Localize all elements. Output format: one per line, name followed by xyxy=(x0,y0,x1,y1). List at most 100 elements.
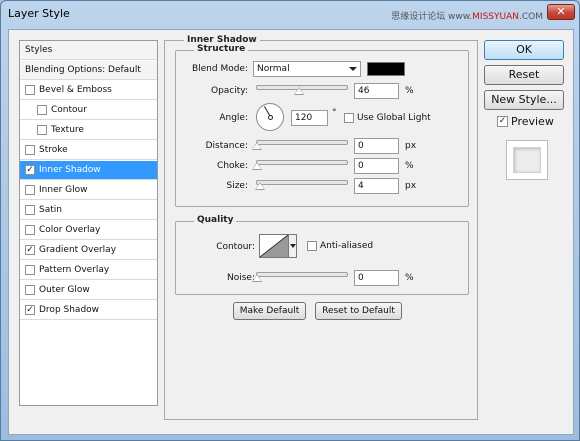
opacity-label: Opacity: xyxy=(211,86,248,96)
opacity-input[interactable]: 46 xyxy=(354,83,399,99)
watermark-brand: MISSYUAN xyxy=(472,12,519,22)
blend-mode-value: Normal xyxy=(257,64,290,74)
close-button[interactable]: ✕ xyxy=(547,4,575,20)
layer-style-window: Layer Style 思缘设计论坛 www.MISSYUAN.COM ✕ St… xyxy=(0,0,580,441)
size-slider[interactable] xyxy=(256,180,348,185)
style-item-stroke[interactable]: Stroke xyxy=(20,141,157,160)
style-item-label: Bevel & Emboss xyxy=(39,85,112,95)
style-item-gradient-overlay[interactable]: ✓ Gradient Overlay xyxy=(20,241,157,260)
style-item-texture[interactable]: Texture xyxy=(20,121,157,140)
style-item-checkbox[interactable]: ✓ xyxy=(25,165,35,175)
preview-swatch xyxy=(513,147,541,173)
style-item-label: Drop Shadow xyxy=(39,305,100,315)
close-icon: ✕ xyxy=(556,5,566,18)
dialog-client: Styles Blending Options: Default Bevel &… xyxy=(8,29,574,435)
style-item-checkbox[interactable]: ✓ xyxy=(25,245,35,255)
angle-label: Angle: xyxy=(219,113,248,123)
blend-mode-label: Blend Mode: xyxy=(191,64,248,74)
chevron-down-icon xyxy=(349,67,357,71)
blend-mode-select[interactable]: Normal xyxy=(253,61,361,77)
choke-slider-thumb[interactable] xyxy=(252,162,262,170)
reset-to-default-button[interactable]: Reset to Default xyxy=(315,302,402,320)
choke-input[interactable]: 0 xyxy=(354,158,399,174)
noise-value: 0 xyxy=(358,273,364,283)
style-item-checkbox[interactable]: ✓ xyxy=(25,305,35,315)
style-item-checkbox[interactable] xyxy=(25,205,35,215)
style-item-checkbox[interactable] xyxy=(37,125,47,135)
noise-slider[interactable] xyxy=(256,272,348,277)
size-input[interactable]: 4 xyxy=(354,178,399,194)
window-title: Layer Style xyxy=(8,7,70,20)
style-item-checkbox[interactable] xyxy=(25,225,35,235)
ok-button[interactable]: OK xyxy=(484,40,564,60)
choke-slider[interactable] xyxy=(256,160,348,165)
styles-list: Styles Blending Options: Default Bevel &… xyxy=(19,40,158,406)
shadow-color-swatch[interactable] xyxy=(367,62,405,76)
title-bar[interactable]: Layer Style 思缘设计论坛 www.MISSYUAN.COM ✕ xyxy=(1,1,579,29)
noise-input[interactable]: 0 xyxy=(354,270,399,286)
angle-value: 120 xyxy=(295,113,313,123)
distance-slider-thumb[interactable] xyxy=(252,142,262,150)
style-item-checkbox[interactable] xyxy=(25,185,35,195)
preview-checkbox[interactable]: ✓ xyxy=(497,116,508,127)
reset-button[interactable]: Reset xyxy=(484,65,564,85)
watermark-suffix: .COM xyxy=(519,12,543,22)
styles-header[interactable]: Styles xyxy=(20,41,157,60)
contour-label: Contour: xyxy=(216,242,255,252)
watermark: 思缘设计论坛 www.MISSYUAN.COM xyxy=(391,9,543,22)
noise-label: Noise: xyxy=(227,273,255,283)
preview-label: Preview xyxy=(511,115,554,128)
checkmark-icon: ✓ xyxy=(498,116,507,126)
style-item-drop-shadow[interactable]: ✓ Drop Shadow xyxy=(20,301,157,320)
distance-slider[interactable] xyxy=(256,140,348,145)
new-style-button[interactable]: New Style... xyxy=(484,90,564,110)
structure-group: Structure Blend Mode: Normal Opacity: 46… xyxy=(175,44,469,207)
opacity-unit: % xyxy=(405,86,414,96)
styles-header-label: Styles xyxy=(25,45,53,55)
global-light-label: Use Global Light xyxy=(357,113,431,123)
style-item-inner-glow[interactable]: Inner Glow xyxy=(20,181,157,200)
blending-options-item[interactable]: Blending Options: Default xyxy=(20,61,157,80)
opacity-slider-thumb[interactable] xyxy=(294,87,305,95)
make-default-button[interactable]: Make Default xyxy=(233,302,306,320)
size-label: Size: xyxy=(226,181,248,191)
style-item-checkbox[interactable] xyxy=(25,145,35,155)
style-item-checkbox[interactable] xyxy=(25,265,35,275)
style-item-label: Outer Glow xyxy=(39,285,90,295)
angle-dial-center xyxy=(268,115,273,120)
style-item-bevel-emboss[interactable]: Bevel & Emboss xyxy=(20,81,157,100)
style-item-label: Inner Glow xyxy=(39,185,88,195)
style-item-color-overlay[interactable]: Color Overlay xyxy=(20,221,157,240)
choke-label: Choke: xyxy=(217,161,248,171)
style-item-checkbox[interactable] xyxy=(25,85,35,95)
inner-shadow-panel: Inner Shadow Structure Blend Mode: Norma… xyxy=(164,35,478,420)
structure-title: Structure xyxy=(194,44,249,54)
style-item-checkbox[interactable] xyxy=(25,285,35,295)
anti-aliased-checkbox[interactable] xyxy=(307,241,317,251)
style-item-label: Texture xyxy=(51,125,84,135)
contour-linear-icon xyxy=(259,234,289,258)
style-item-outer-glow[interactable]: Outer Glow xyxy=(20,281,157,300)
style-item-label: Stroke xyxy=(39,145,68,155)
style-item-satin[interactable]: Satin xyxy=(20,201,157,220)
noise-slider-thumb[interactable] xyxy=(252,274,262,282)
style-item-pattern-overlay[interactable]: Pattern Overlay xyxy=(20,261,157,280)
angle-dial[interactable] xyxy=(256,103,284,131)
distance-unit: px xyxy=(405,141,417,151)
contour-picker[interactable] xyxy=(259,234,289,258)
watermark-prefix: 思缘设计论坛 www. xyxy=(391,12,473,22)
style-item-label: Gradient Overlay xyxy=(39,245,117,255)
size-slider-thumb[interactable] xyxy=(255,182,265,190)
style-item-label: Contour xyxy=(51,105,87,115)
quality-group: Quality Contour: Anti-aliased Noise: 0 % xyxy=(175,215,469,295)
angle-input[interactable]: 120 xyxy=(291,110,328,126)
contour-dropdown-button[interactable] xyxy=(289,234,297,258)
choke-value: 0 xyxy=(358,161,364,171)
style-item-inner-shadow[interactable]: ✓ Inner Shadow xyxy=(20,161,157,180)
style-item-contour[interactable]: Contour xyxy=(20,101,157,120)
global-light-checkbox[interactable] xyxy=(344,113,354,123)
style-item-checkbox[interactable] xyxy=(37,105,47,115)
size-value: 4 xyxy=(358,181,364,191)
distance-input[interactable]: 0 xyxy=(354,138,399,154)
size-unit: px xyxy=(405,181,417,191)
